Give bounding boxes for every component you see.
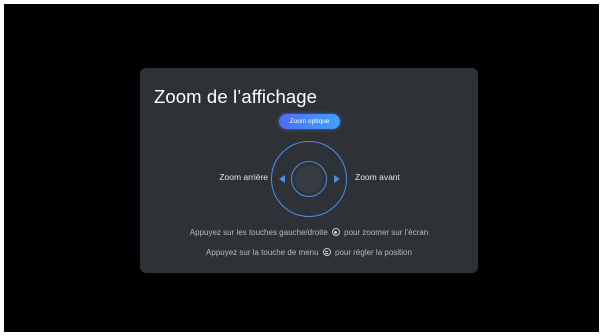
dpad-center-button[interactable]: [295, 165, 323, 193]
display-zoom-dialog: Zoom de l’affichage Zoom optique Zoom ar…: [140, 68, 478, 273]
hint-zoom: Appuyez sur les touches gauche/droite po…: [140, 228, 478, 237]
zoom-in-label: Zoom avant: [355, 172, 400, 182]
hint-position-text-end: pour régler la position: [335, 248, 412, 257]
hint-position: Appuyez sur la touche de menu pour régle…: [140, 248, 478, 257]
hint-zoom-text-end: pour zoomer sur l’écran: [344, 228, 429, 237]
hint-position-text-start: Appuyez sur la touche de menu: [206, 248, 319, 257]
arrow-left-icon[interactable]: [279, 175, 285, 183]
hint-zoom-text-start: Appuyez sur les touches gauche/droite: [189, 228, 328, 237]
tv-screen: Zoom de l’affichage Zoom optique Zoom ar…: [4, 4, 599, 332]
zoom-mode-button[interactable]: Zoom optique: [279, 114, 340, 129]
menu-button-icon: [322, 248, 331, 256]
arrow-right-icon[interactable]: [334, 175, 340, 183]
ok-button-icon: [331, 228, 340, 236]
zoom-out-label: Zoom arrière: [219, 172, 268, 182]
dialog-title: Zoom de l’affichage: [154, 86, 318, 107]
